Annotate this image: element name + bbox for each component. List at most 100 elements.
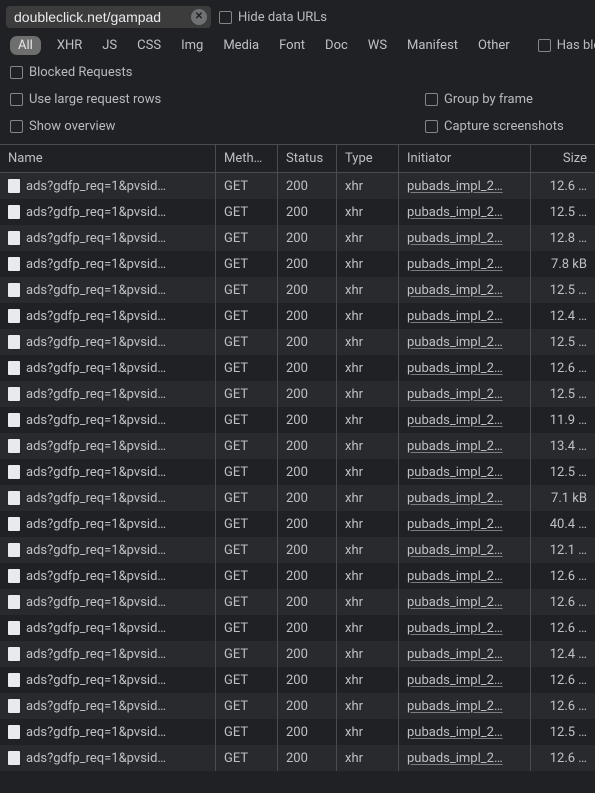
table-row[interactable]: ads?gdfp_req=1&pvsid…GET200xhrpubads_imp… <box>0 277 595 303</box>
cell-initiator[interactable]: pubads_impl_2… <box>399 381 531 407</box>
cell-type: xhr <box>337 303 399 329</box>
cell-initiator[interactable]: pubads_impl_2… <box>399 329 531 355</box>
cell-status: 200 <box>278 667 337 693</box>
cell-size: 12.4 … <box>531 303 595 329</box>
table-row[interactable]: ads?gdfp_req=1&pvsid…GET200xhrpubads_imp… <box>0 173 595 199</box>
cell-size: 12.6 … <box>531 589 595 615</box>
document-icon <box>8 517 20 531</box>
cell-name: ads?gdfp_req=1&pvsid… <box>0 485 216 511</box>
cell-initiator[interactable]: pubads_impl_2… <box>399 459 531 485</box>
cell-initiator[interactable]: pubads_impl_2… <box>399 719 531 745</box>
column-header-initiator[interactable]: Initiator <box>399 145 531 172</box>
column-header-name[interactable]: Name <box>0 145 216 172</box>
cell-size: 12.5 … <box>531 719 595 745</box>
cell-initiator[interactable]: pubads_impl_2… <box>399 407 531 433</box>
table-row[interactable]: ads?gdfp_req=1&pvsid…GET200xhrpubads_imp… <box>0 459 595 485</box>
cell-status: 200 <box>278 459 337 485</box>
cell-initiator[interactable]: pubads_impl_2… <box>399 693 531 719</box>
column-header-size[interactable]: Size <box>531 145 595 172</box>
cell-initiator[interactable]: pubads_impl_2… <box>399 485 531 511</box>
document-icon <box>8 231 20 245</box>
type-filter-all[interactable]: All <box>10 36 41 55</box>
filter-input[interactable] <box>6 6 211 28</box>
cell-initiator[interactable]: pubads_impl_2… <box>399 511 531 537</box>
type-filter-xhr[interactable]: XHR <box>53 36 86 55</box>
cell-name: ads?gdfp_req=1&pvsid… <box>0 173 216 199</box>
cell-initiator[interactable]: pubads_impl_2… <box>399 251 531 277</box>
show-overview-checkbox[interactable]: Show overview <box>10 119 115 134</box>
table-row[interactable]: ads?gdfp_req=1&pvsid…GET200xhrpubads_imp… <box>0 693 595 719</box>
cell-name: ads?gdfp_req=1&pvsid… <box>0 693 216 719</box>
cell-initiator[interactable]: pubads_impl_2… <box>399 277 531 303</box>
table-row[interactable]: ads?gdfp_req=1&pvsid…GET200xhrpubads_imp… <box>0 381 595 407</box>
cell-method: GET <box>216 407 278 433</box>
capture-screenshots-checkbox[interactable]: Capture screenshots <box>425 119 585 134</box>
cell-name: ads?gdfp_req=1&pvsid… <box>0 381 216 407</box>
group-by-frame-checkbox[interactable]: Group by frame <box>425 92 585 107</box>
cell-initiator[interactable]: pubads_impl_2… <box>399 199 531 225</box>
table-row[interactable]: ads?gdfp_req=1&pvsid…GET200xhrpubads_imp… <box>0 667 595 693</box>
type-filter-manifest[interactable]: Manifest <box>403 36 462 55</box>
blocked-requests-checkbox[interactable]: Blocked Requests <box>10 65 132 80</box>
table-row[interactable]: ads?gdfp_req=1&pvsid…GET200xhrpubads_imp… <box>0 485 595 511</box>
cell-size: 12.5 … <box>531 199 595 225</box>
cell-type: xhr <box>337 563 399 589</box>
cell-type: xhr <box>337 459 399 485</box>
large-rows-checkbox[interactable]: Use large request rows <box>10 92 161 107</box>
cell-method: GET <box>216 667 278 693</box>
type-filter-media[interactable]: Media <box>219 36 263 55</box>
has-blocked-checkbox[interactable]: Has blocke <box>538 38 595 53</box>
table-row[interactable]: ads?gdfp_req=1&pvsid…GET200xhrpubads_imp… <box>0 251 595 277</box>
table-row[interactable]: ads?gdfp_req=1&pvsid…GET200xhrpubads_imp… <box>0 589 595 615</box>
cell-size: 12.6 … <box>531 745 595 771</box>
clear-filter-icon[interactable]: ✕ <box>191 9 207 25</box>
hide-data-urls-checkbox[interactable]: Hide data URLs <box>219 10 327 25</box>
cell-method: GET <box>216 303 278 329</box>
table-row[interactable]: ads?gdfp_req=1&pvsid…GET200xhrpubads_imp… <box>0 615 595 641</box>
column-header-type[interactable]: Type <box>337 145 399 172</box>
type-filter-img[interactable]: Img <box>177 36 207 55</box>
table-row[interactable]: ads?gdfp_req=1&pvsid…GET200xhrpubads_imp… <box>0 329 595 355</box>
table-row[interactable]: ads?gdfp_req=1&pvsid…GET200xhrpubads_imp… <box>0 355 595 381</box>
cell-type: xhr <box>337 199 399 225</box>
type-filter-doc[interactable]: Doc <box>321 36 352 55</box>
cell-method: GET <box>216 719 278 745</box>
table-header-row: Name Meth… Status Type Initiator Size <box>0 145 595 173</box>
table-row[interactable]: ads?gdfp_req=1&pvsid…GET200xhrpubads_imp… <box>0 745 595 771</box>
cell-initiator[interactable]: pubads_impl_2… <box>399 355 531 381</box>
cell-size: 12.6 … <box>531 693 595 719</box>
cell-initiator[interactable]: pubads_impl_2… <box>399 537 531 563</box>
column-header-status[interactable]: Status <box>278 145 337 172</box>
cell-initiator[interactable]: pubads_impl_2… <box>399 563 531 589</box>
table-row[interactable]: ads?gdfp_req=1&pvsid…GET200xhrpubads_imp… <box>0 433 595 459</box>
type-filter-ws[interactable]: WS <box>364 36 391 55</box>
cell-status: 200 <box>278 641 337 667</box>
cell-initiator[interactable]: pubads_impl_2… <box>399 173 531 199</box>
checkbox-icon <box>538 39 551 52</box>
cell-initiator[interactable]: pubads_impl_2… <box>399 667 531 693</box>
table-row[interactable]: ads?gdfp_req=1&pvsid…GET200xhrpubads_imp… <box>0 407 595 433</box>
cell-initiator[interactable]: pubads_impl_2… <box>399 615 531 641</box>
type-filter-font[interactable]: Font <box>275 36 309 55</box>
column-header-method[interactable]: Meth… <box>216 145 278 172</box>
type-filter-other[interactable]: Other <box>474 36 514 55</box>
table-row[interactable]: ads?gdfp_req=1&pvsid…GET200xhrpubads_imp… <box>0 225 595 251</box>
cell-initiator[interactable]: pubads_impl_2… <box>399 303 531 329</box>
cell-initiator[interactable]: pubads_impl_2… <box>399 641 531 667</box>
cell-initiator[interactable]: pubads_impl_2… <box>399 589 531 615</box>
table-row[interactable]: ads?gdfp_req=1&pvsid…GET200xhrpubads_imp… <box>0 719 595 745</box>
cell-initiator[interactable]: pubads_impl_2… <box>399 225 531 251</box>
cell-initiator[interactable]: pubads_impl_2… <box>399 433 531 459</box>
type-filter-js[interactable]: JS <box>98 36 121 55</box>
table-row[interactable]: ads?gdfp_req=1&pvsid…GET200xhrpubads_imp… <box>0 641 595 667</box>
type-filter-css[interactable]: CSS <box>133 36 165 55</box>
cell-name: ads?gdfp_req=1&pvsid… <box>0 355 216 381</box>
cell-initiator[interactable]: pubads_impl_2… <box>399 745 531 771</box>
document-icon <box>8 309 20 323</box>
table-row[interactable]: ads?gdfp_req=1&pvsid…GET200xhrpubads_imp… <box>0 511 595 537</box>
table-row[interactable]: ads?gdfp_req=1&pvsid…GET200xhrpubads_imp… <box>0 199 595 225</box>
table-row[interactable]: ads?gdfp_req=1&pvsid…GET200xhrpubads_imp… <box>0 303 595 329</box>
table-row[interactable]: ads?gdfp_req=1&pvsid…GET200xhrpubads_imp… <box>0 563 595 589</box>
cell-size: 12.5 … <box>531 381 595 407</box>
table-row[interactable]: ads?gdfp_req=1&pvsid…GET200xhrpubads_imp… <box>0 537 595 563</box>
